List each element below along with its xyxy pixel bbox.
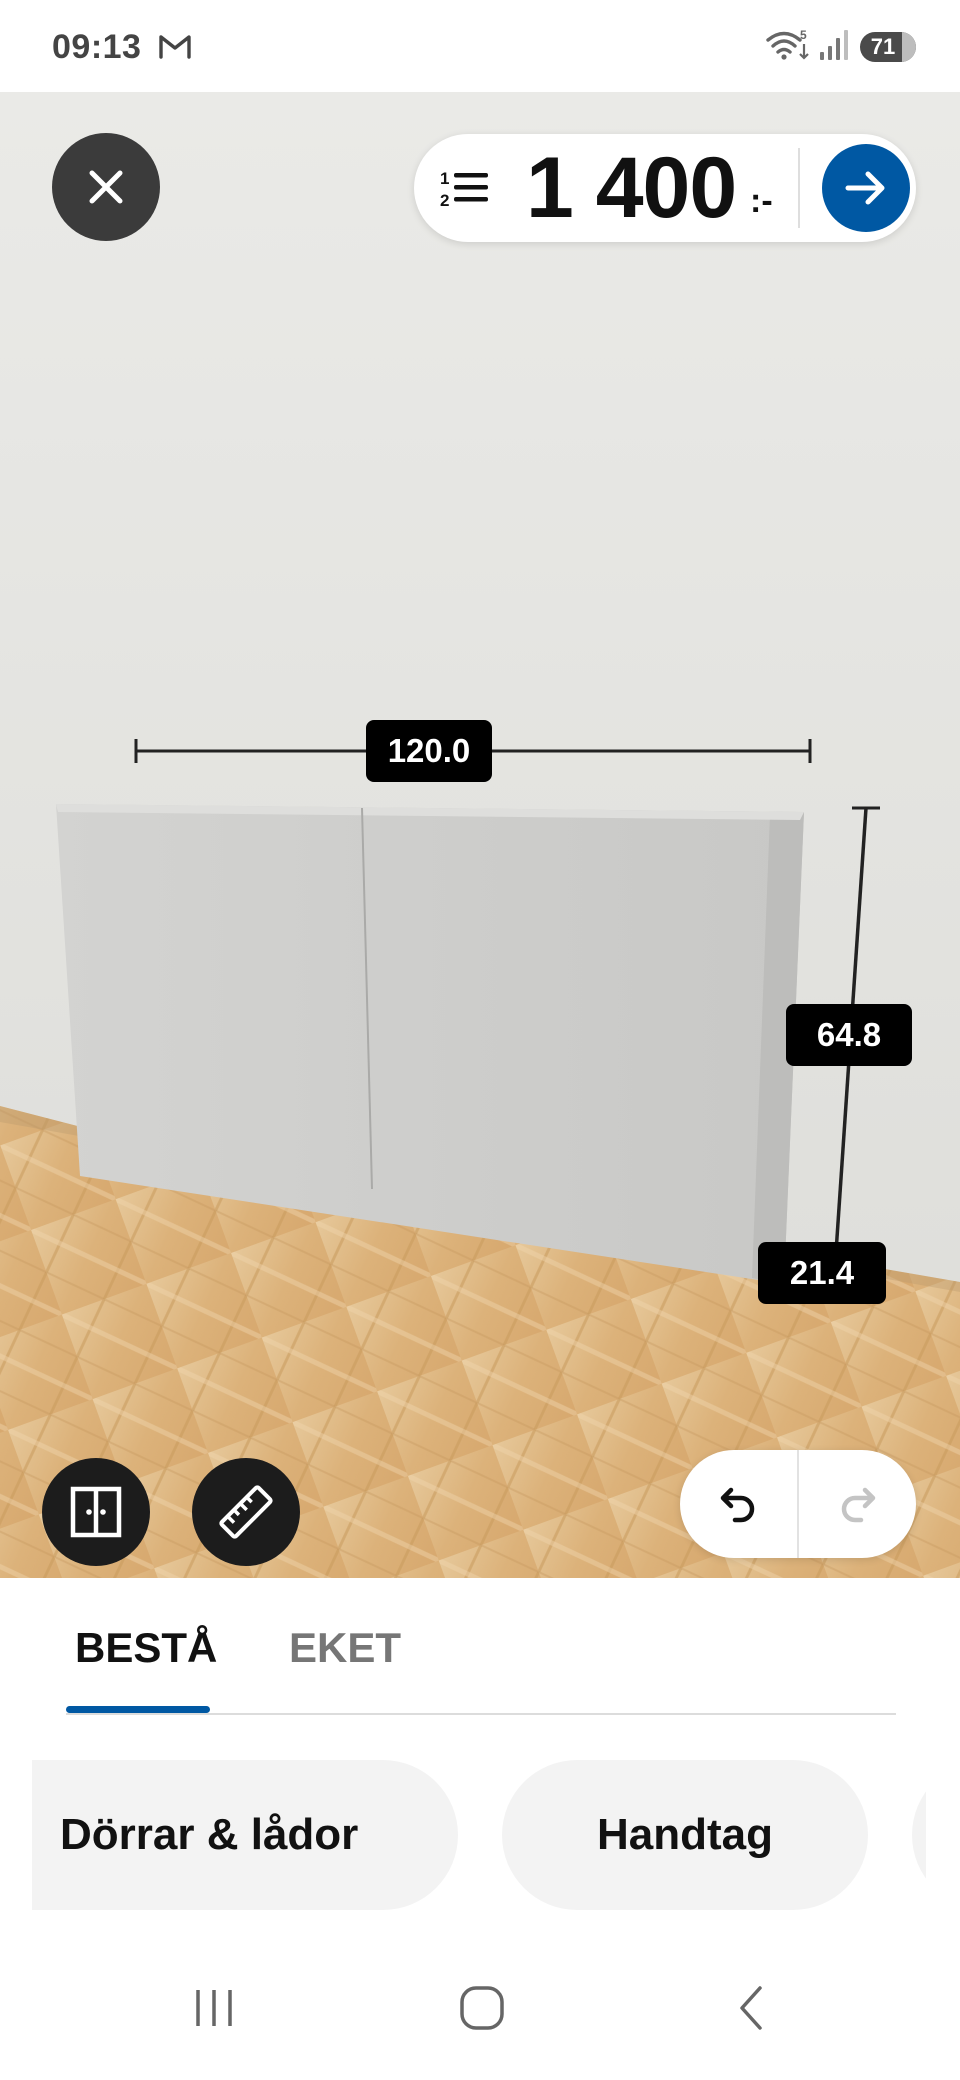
chips-edge-right <box>926 1718 960 1918</box>
continue-button[interactable] <box>822 144 910 232</box>
active-tab-indicator <box>66 1706 210 1713</box>
price-summary[interactable]: 1 2 1 400 :- <box>414 134 916 242</box>
back-button[interactable] <box>712 1976 792 2040</box>
toggle-measurements-button[interactable] <box>192 1458 300 1566</box>
double-door-icon <box>70 1486 122 1538</box>
system-navigation-bar <box>0 1918 960 2080</box>
svg-text:1: 1 <box>440 169 449 188</box>
home-icon <box>460 1986 504 2030</box>
redo-icon <box>841 1487 876 1523</box>
numbered-list-icon: 1 2 <box>440 169 488 210</box>
tab-besta[interactable]: BESTÅ <box>75 1624 217 1672</box>
total-price: 1 400 <box>526 140 737 236</box>
category-chip-row[interactable]: Dörrar & lådor Handtag <box>0 1718 960 1918</box>
status-time: 09:13 <box>52 28 142 66</box>
price-currency-suffix: :- <box>750 182 773 220</box>
undo-button[interactable] <box>680 1450 798 1558</box>
room-viewer-3d[interactable]: 1 2 1 400 :- 120.0 64.8 21.4 <box>0 92 960 1578</box>
tabs-divider <box>66 1713 896 1715</box>
ruler-icon <box>219 1485 273 1539</box>
status-bar: 09:13 5 71 <box>0 0 960 92</box>
wifi-label: 5 <box>800 28 807 42</box>
battery-indicator: 71 <box>860 32 916 62</box>
arrow-right-icon <box>845 171 885 205</box>
depth-dimension-label: 21.4 <box>758 1242 886 1304</box>
width-dimension-label: 120.0 <box>366 720 492 782</box>
chip-doors-and-drawers[interactable]: Dörrar & lådor <box>0 1760 458 1910</box>
toggle-doors-button[interactable] <box>42 1458 150 1566</box>
undo-icon <box>720 1487 755 1523</box>
recents-button[interactable] <box>174 1976 254 2040</box>
gmail-icon <box>159 35 191 59</box>
height-dimension-label: 64.8 <box>786 1004 912 1066</box>
redo-button[interactable] <box>798 1450 916 1558</box>
svg-text:2: 2 <box>440 191 449 210</box>
undo-redo-controls <box>680 1450 916 1558</box>
product-series-tabs: BESTÅ EKET <box>0 1578 960 1718</box>
recents-icon <box>196 1990 232 2026</box>
close-button[interactable] <box>52 133 160 241</box>
back-icon <box>740 1986 762 2030</box>
room-render <box>0 92 960 1578</box>
wifi-icon: 5 <box>766 28 809 60</box>
close-icon <box>89 170 123 204</box>
home-button[interactable] <box>442 1976 522 2040</box>
chips-edge-left <box>0 1718 32 1918</box>
price-divider <box>798 148 800 228</box>
chip-handles[interactable]: Handtag <box>502 1760 868 1910</box>
battery-level: 71 <box>870 34 896 59</box>
tab-eket[interactable]: EKET <box>289 1624 401 1672</box>
signal-icon <box>820 30 848 60</box>
